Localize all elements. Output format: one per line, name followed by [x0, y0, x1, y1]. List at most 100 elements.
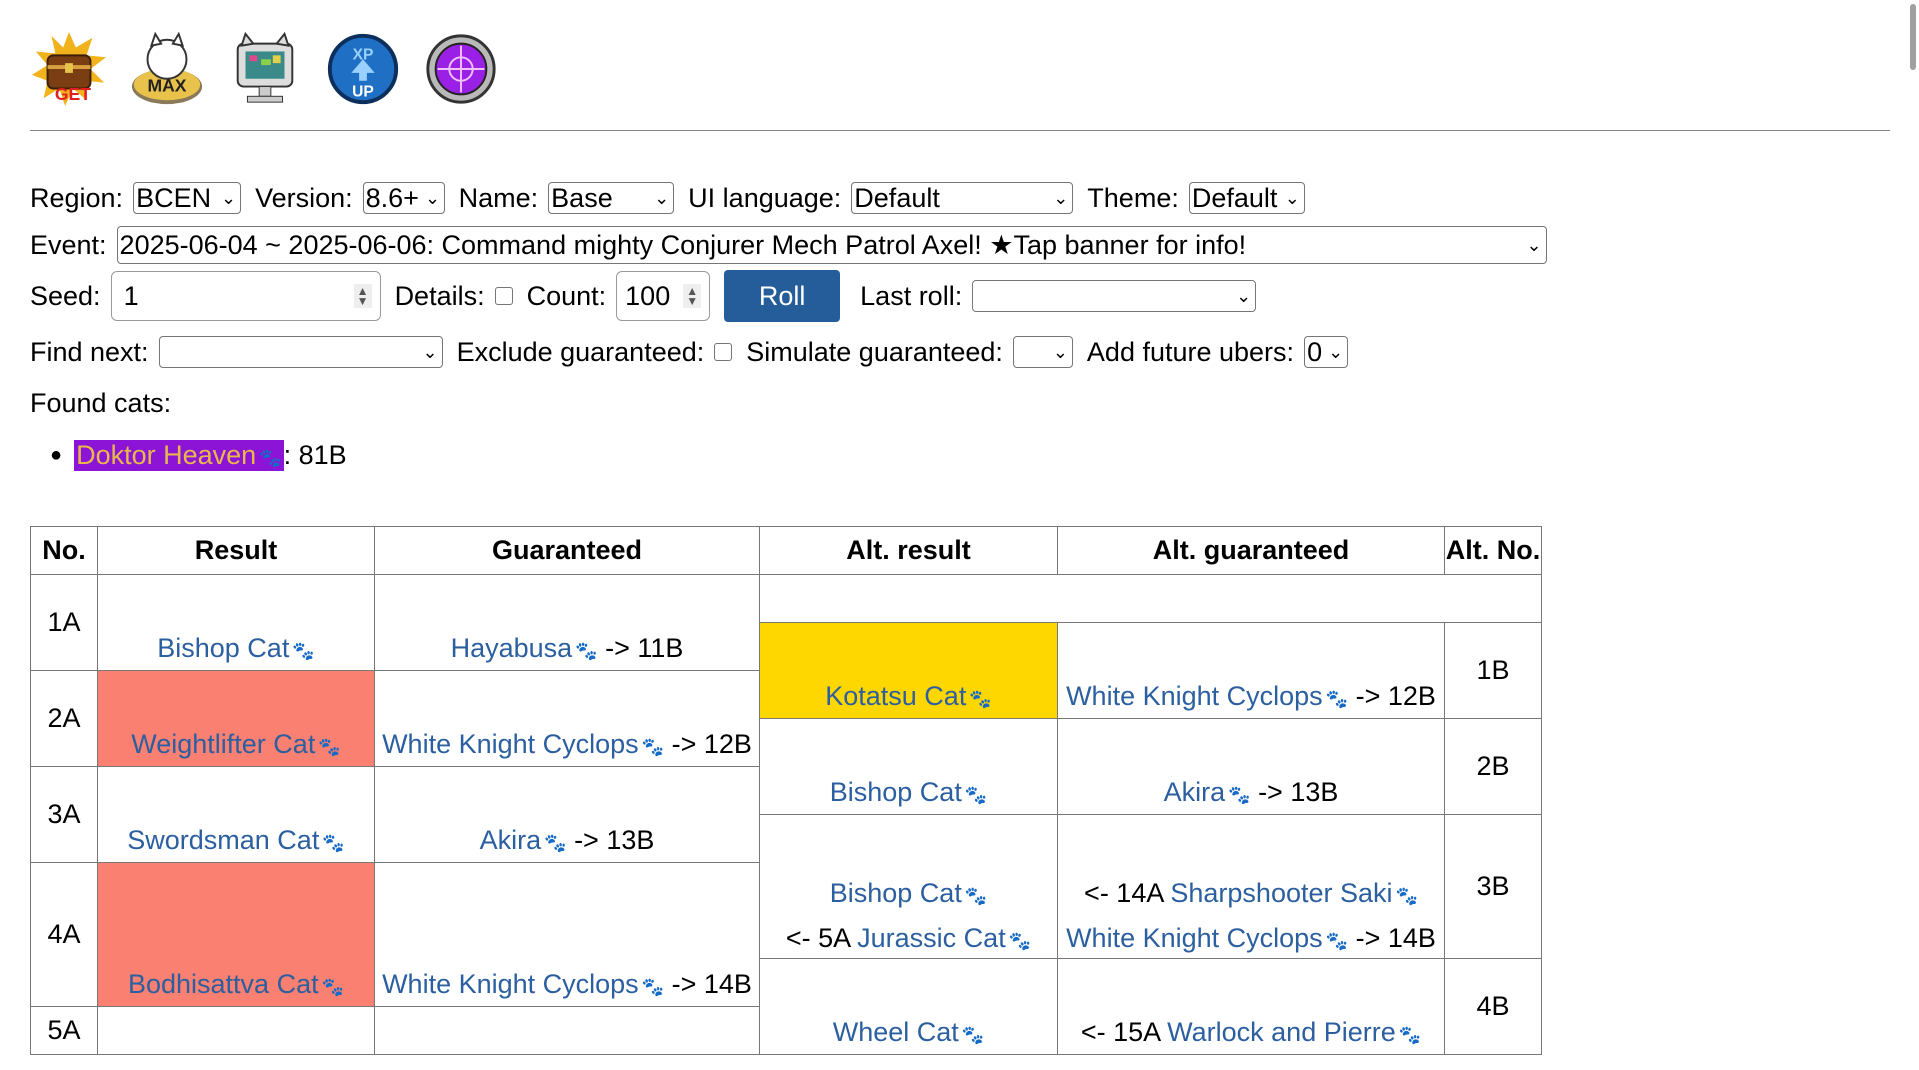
paw-icon[interactable]: 🐾	[292, 641, 314, 661]
alt-row-number: 2B	[1444, 718, 1542, 815]
ui-language-select[interactable]: Default ⌄	[851, 182, 1074, 214]
cat-link[interactable]: White Knight Cyclops	[1066, 923, 1323, 953]
paw-icon[interactable]: 🐾	[322, 977, 344, 997]
row-number: 1A	[30, 574, 98, 671]
cat-link[interactable]: Warlock and Pierre	[1167, 1017, 1396, 1047]
count-input[interactable]: 100 ▲ ▼	[616, 271, 711, 321]
event-select[interactable]: 2025-06-04 ~ 2025-06-06: Command mighty …	[116, 226, 1547, 264]
header-alt-result: Alt. result	[759, 526, 1058, 575]
paw-icon[interactable]: 🐾	[642, 977, 664, 997]
alt-guaranteed-cell: Akira 🐾 -> 13B	[1057, 718, 1445, 815]
paw-icon[interactable]: 🐾	[642, 737, 664, 757]
paw-icon[interactable]: 🐾	[1399, 1025, 1421, 1045]
result-cell: Weightlifter Cat 🐾	[97, 670, 375, 767]
paw-icon[interactable]: 🐾	[965, 785, 987, 805]
last-roll-select[interactable]: ⌄	[972, 280, 1257, 312]
toolbar-icons: GET MAX XP UP	[30, 30, 500, 108]
paw-icon[interactable]: 🐾	[318, 737, 340, 757]
xp-up-icon[interactable]: XP UP	[324, 30, 402, 108]
find-next-label: Find next:	[30, 336, 149, 367]
cat-link[interactable]: Bishop Cat	[830, 878, 962, 908]
cat-link[interactable]: Swordsman Cat	[127, 825, 319, 855]
name-select[interactable]: Base ⌄	[548, 182, 675, 214]
scrollbar-thumb[interactable]	[1910, 4, 1916, 70]
header-guaranteed: Guaranteed	[374, 526, 760, 575]
cat-link[interactable]: Wheel Cat	[833, 1017, 959, 1047]
exclude-guaranteed-checkbox[interactable]	[714, 343, 733, 361]
scrollbar[interactable]	[1905, 0, 1919, 1070]
theme-label: Theme:	[1087, 182, 1179, 213]
svg-text:GET: GET	[55, 84, 91, 104]
paw-icon[interactable]: 🐾	[1326, 931, 1348, 951]
paw-icon[interactable]: 🐾	[575, 641, 597, 661]
paw-icon[interactable]: 🐾	[544, 833, 566, 853]
roll-button[interactable]: Roll	[724, 270, 841, 322]
chevron-down-icon: ⌄	[424, 187, 441, 208]
last-roll-label: Last roll:	[860, 280, 963, 311]
cat-link[interactable]: Sharpshooter Saki	[1170, 878, 1392, 908]
alt-result-cell: Kotatsu Cat 🐾	[759, 622, 1058, 719]
purple-orb-icon[interactable]	[422, 30, 500, 108]
result-cell: Bishop Cat 🐾	[97, 574, 375, 671]
treasure-get-icon[interactable]: GET	[30, 30, 108, 108]
paw-icon[interactable]: 🐾	[259, 448, 281, 468]
paw-icon[interactable]: 🐾	[962, 1025, 984, 1045]
header-alt-no: Alt. No.	[1444, 526, 1542, 575]
details-label: Details:	[394, 280, 485, 311]
chevron-down-icon: ⌄	[1284, 187, 1300, 208]
seed-row: Seed: 1 ▲ ▼ Details: Count: 100 ▲ ▼ Roll L…	[30, 270, 1270, 322]
divider	[30, 130, 1890, 131]
max-cat-icon[interactable]: MAX	[128, 30, 206, 108]
cat-link[interactable]: Bodhisattva Cat	[128, 969, 319, 999]
bullet: ●	[50, 444, 63, 466]
exclude-guaranteed-label: Exclude guaranteed:	[456, 336, 705, 367]
cat-link[interactable]: White Knight Cyclops	[382, 969, 639, 999]
alt-row-number: 3B	[1444, 814, 1542, 959]
alt-row-number: 4B	[1444, 958, 1542, 1055]
cat-link[interactable]: Akira	[480, 825, 542, 855]
future-ubers-select[interactable]: 0 ⌄	[1304, 336, 1349, 368]
cat-link[interactable]: Hayabusa	[451, 633, 573, 663]
paw-icon[interactable]: 🐾	[969, 689, 991, 709]
cat-link[interactable]: Bishop Cat	[157, 633, 289, 663]
paw-icon[interactable]: 🐾	[965, 886, 987, 906]
cat-link[interactable]: Weightlifter Cat	[131, 729, 315, 759]
paw-icon[interactable]: 🐾	[1228, 785, 1250, 805]
find-next-select[interactable]: ⌄	[158, 336, 443, 368]
header-alt-guaranteed: Alt. guaranteed	[1057, 526, 1445, 575]
simulate-guaranteed-select[interactable]: ⌄	[1012, 336, 1073, 368]
cat-link[interactable]: Akira	[1164, 777, 1226, 807]
row-number: 4A	[30, 862, 98, 1007]
paw-icon[interactable]: 🐾	[1009, 931, 1031, 951]
spinner-icon[interactable]: ▲ ▼	[353, 284, 372, 308]
chevron-down-icon: ⌄	[654, 187, 670, 208]
version-label: Version:	[255, 182, 353, 213]
count-label: Count:	[526, 280, 607, 311]
paw-icon[interactable]: 🐾	[1326, 689, 1348, 709]
cat-link[interactable]: Jurassic Cat	[857, 923, 1006, 953]
alt-guaranteed-cell: <- 14A Sharpshooter Saki 🐾 White Knight C…	[1057, 814, 1445, 959]
paw-icon[interactable]: 🐾	[1396, 886, 1418, 906]
details-checkbox[interactable]	[494, 287, 513, 305]
header-result: Result	[97, 526, 375, 575]
cat-link[interactable]: Bishop Cat	[830, 777, 962, 807]
seed-input[interactable]: 1 ▲ ▼	[110, 271, 381, 321]
cat-link[interactable]: White Knight Cyclops	[1066, 681, 1323, 711]
find-row: Find next: ⌄ Exclude guaranteed: Simulat…	[30, 336, 1362, 368]
theme-select[interactable]: Default ⌄	[1188, 182, 1305, 214]
alt-row-number: 1B	[1444, 622, 1542, 719]
paw-icon[interactable]: 🐾	[322, 833, 344, 853]
cat-link[interactable]: Kotatsu Cat	[825, 681, 966, 711]
computer-cat-icon[interactable]	[226, 30, 304, 108]
cat-link[interactable]: White Knight Cyclops	[382, 729, 639, 759]
found-cat-link[interactable]: Doktor Heaven 🐾	[74, 440, 284, 471]
header-no: No.	[30, 526, 98, 575]
chevron-down-icon: ⌄	[1328, 341, 1344, 362]
region-select[interactable]: BCEN ⌄	[133, 182, 242, 214]
guaranteed-cell: White Knight Cyclops 🐾 -> 12B	[374, 670, 760, 767]
roll-table: No. Result Guaranteed Alt. result Alt. g…	[30, 526, 1542, 1055]
chevron-down-icon: ⌄	[422, 341, 438, 362]
spinner-icon[interactable]: ▲ ▼	[683, 284, 702, 308]
guaranteed-target: -> 11B	[597, 633, 684, 663]
version-select[interactable]: 8.6+ ⌄	[362, 182, 445, 214]
